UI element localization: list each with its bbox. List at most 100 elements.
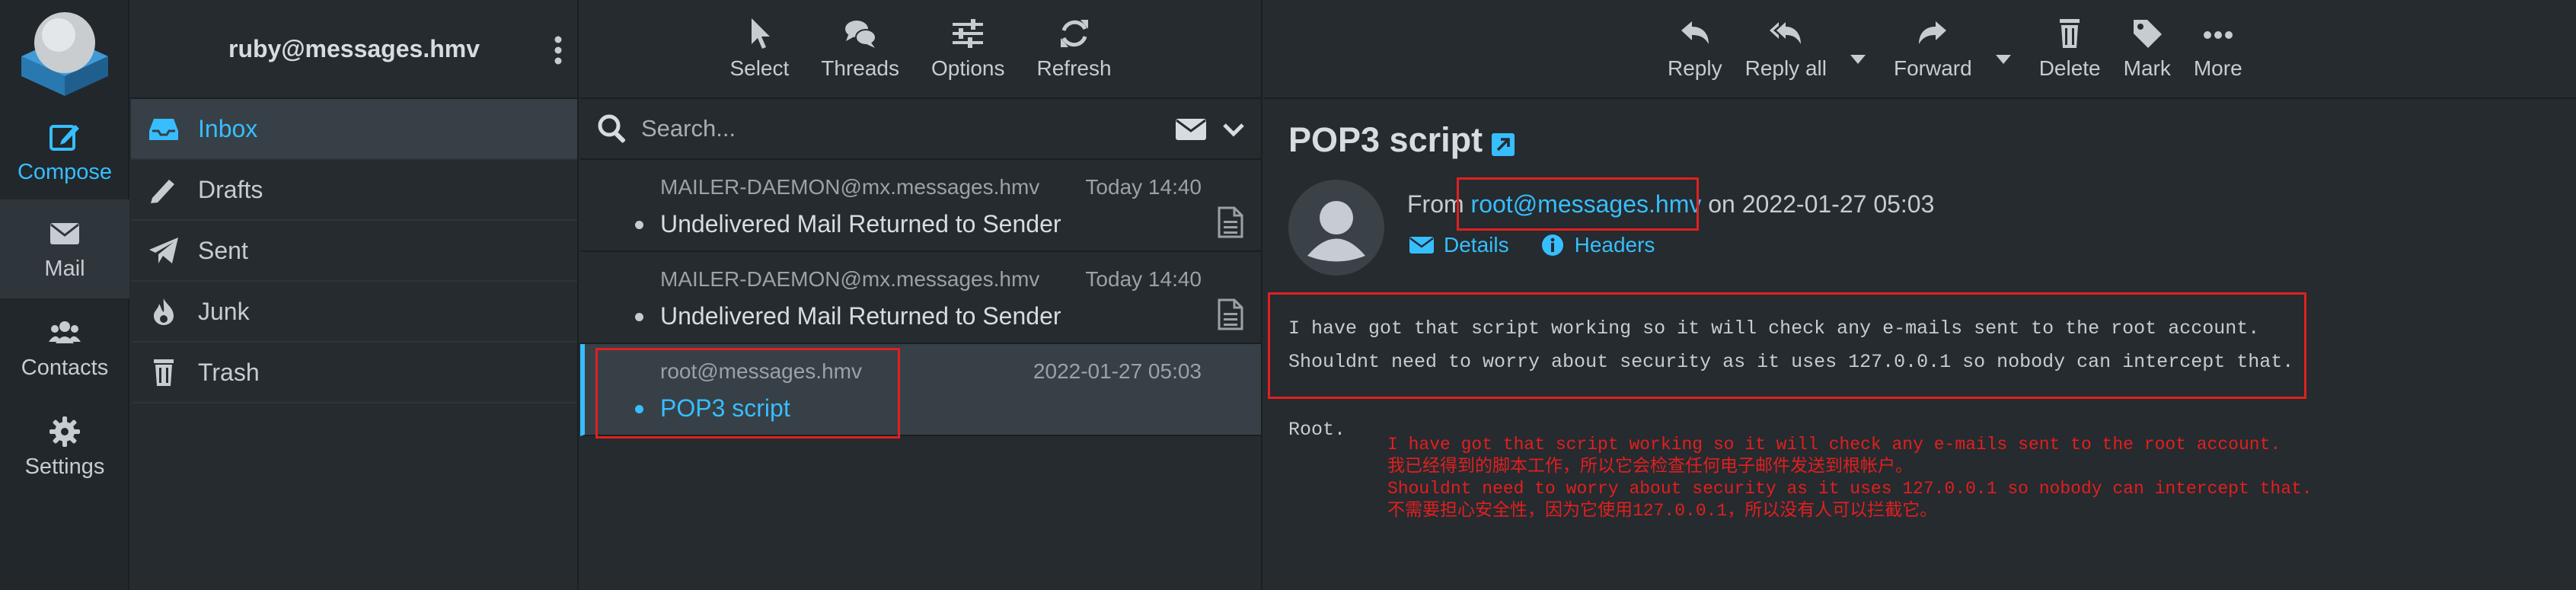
forward-dropdown[interactable] <box>1995 14 2016 83</box>
details-label: Details <box>1444 233 1509 257</box>
select-button[interactable]: Select <box>725 17 793 81</box>
details-link[interactable]: Details <box>1409 233 1509 257</box>
headers-link[interactable]: Headers <box>1540 233 1655 257</box>
reply-all-label: Reply all <box>1744 56 1827 80</box>
app-rail: Compose Mail Contacts Settings <box>0 0 129 590</box>
folder-sent[interactable]: Sent <box>131 221 577 282</box>
unread-dot <box>635 313 643 321</box>
envelope-icon <box>1409 237 1434 254</box>
reply-all-icon <box>1770 22 1802 44</box>
unread-dot <box>635 405 643 413</box>
pointer-icon <box>752 18 771 49</box>
forward-icon <box>1919 21 1947 44</box>
annotation-line: Shouldnt need to worry about security as… <box>1387 479 2313 499</box>
message-list-panel: Select Threads Options Refresh Search...… <box>580 0 1262 590</box>
folder-inbox[interactable]: Inbox <box>131 99 577 160</box>
reply-all-dropdown[interactable] <box>1850 14 1871 83</box>
message-row[interactable]: MAILER-DAEMON@mx.messages.hmv Today 14:4… <box>580 160 1261 252</box>
folder-label: Drafts <box>198 175 263 203</box>
threads-button[interactable]: Threads <box>816 17 904 81</box>
threads-label: Threads <box>821 56 899 80</box>
message-signature: Root. <box>1288 419 1346 441</box>
folder-drafts[interactable]: Drafts <box>131 160 577 221</box>
contacts-label: Contacts <box>21 355 109 380</box>
reader-toolbar: Reply Reply all Forward Delete Mark More <box>1264 0 2576 99</box>
info-icon <box>1541 234 1563 256</box>
caret-down-icon <box>1995 55 2011 64</box>
compose-icon <box>49 124 79 151</box>
message-body: I have got that script working so it wil… <box>1288 312 2294 379</box>
more-button[interactable]: More <box>2194 17 2242 81</box>
forward-label: Forward <box>1893 56 1972 80</box>
refresh-icon <box>1060 20 1088 47</box>
settings-nav-button[interactable]: Settings <box>0 397 129 496</box>
open-in-new-window-icon[interactable] <box>1491 132 1515 157</box>
sender-address-link[interactable]: root@messages.hmv <box>1471 190 1702 218</box>
message-date: Today 14:40 <box>1085 267 1202 291</box>
mark-button[interactable]: Mark <box>2124 17 2171 81</box>
delete-label: Delete <box>2038 56 2101 80</box>
folder-label: Trash <box>198 358 260 386</box>
folder-label: Junk <box>198 297 250 325</box>
from-line: From root@messages.hmv on 2022-01-27 05:… <box>1407 190 1934 218</box>
caret-down-icon <box>1850 55 1866 64</box>
select-label: Select <box>729 56 790 80</box>
settings-label: Settings <box>24 454 105 479</box>
paper-plane-icon <box>149 238 178 263</box>
sliders-icon <box>953 19 984 48</box>
headers-label: Headers <box>1574 233 1655 257</box>
message-row-selected[interactable]: root@messages.hmv 2022-01-27 05:03 POP3 … <box>580 344 1261 436</box>
compose-button[interactable]: Compose <box>0 103 129 202</box>
options-button[interactable]: Options <box>927 17 1010 81</box>
chevron-down-icon[interactable] <box>1221 117 1246 142</box>
reply-icon <box>1681 21 1709 44</box>
kebab-menu-icon[interactable] <box>553 35 563 65</box>
refresh-label: Refresh <box>1036 56 1112 80</box>
search-bar <box>580 99 1261 160</box>
message-date-text: on 2022-01-27 05:03 <box>1708 190 1935 218</box>
trash-icon <box>154 359 174 386</box>
translation-annotation: I have got that script working so it wil… <box>1387 434 2313 522</box>
search-icon <box>598 114 626 143</box>
comments-icon <box>844 21 876 48</box>
search-scope-envelope-icon[interactable] <box>1174 114 1208 145</box>
attachment-file-icon <box>1218 298 1243 330</box>
compose-label: Compose <box>17 159 113 184</box>
mark-label: Mark <box>2123 56 2171 80</box>
more-label: More <box>2193 56 2242 80</box>
message-from: root@messages.hmv <box>660 359 862 383</box>
folder-junk[interactable]: Junk <box>131 282 577 343</box>
roundcube-logo <box>21 12 108 96</box>
fire-icon <box>154 298 174 325</box>
delete-button[interactable]: Delete <box>2039 17 2101 81</box>
reply-label: Reply <box>1668 56 1722 80</box>
options-label: Options <box>931 56 1005 80</box>
reply-all-button[interactable]: Reply all <box>1745 17 1827 81</box>
gear-icon <box>49 416 80 447</box>
pencil-icon <box>151 180 174 203</box>
search-input[interactable] <box>641 115 1098 142</box>
folder-label: Inbox <box>198 114 258 142</box>
ellipsis-icon <box>2203 31 2233 39</box>
attachment-file-icon <box>1218 206 1243 238</box>
envelope-icon <box>50 222 79 244</box>
message-from: MAILER-DAEMON@mx.messages.hmv <box>660 175 1040 199</box>
annotation-line: 我已经得到的脚本工作，所以它会检查任何电子邮件发送到根帐户。 <box>1387 457 1913 477</box>
mail-label: Mail <box>44 256 85 281</box>
forward-button[interactable]: Forward <box>1894 17 1972 81</box>
message-subject: Undelivered Mail Returned to Sender <box>660 302 1061 330</box>
tag-icon <box>2133 20 2162 48</box>
refresh-button[interactable]: Refresh <box>1033 17 1116 81</box>
contacts-icon <box>49 321 81 343</box>
mail-nav-button[interactable]: Mail <box>0 199 129 298</box>
body-line: Shouldnt need to worry about security as… <box>1288 351 2294 373</box>
message-subject: Undelivered Mail Returned to Sender <box>660 210 1061 238</box>
sender-avatar <box>1288 180 1384 276</box>
unread-dot <box>635 221 643 229</box>
folder-trash[interactable]: Trash <box>131 343 577 403</box>
body-line: I have got that script working so it wil… <box>1288 317 2260 340</box>
reply-button[interactable]: Reply <box>1668 17 1722 81</box>
message-row[interactable]: MAILER-DAEMON@mx.messages.hmv Today 14:4… <box>580 252 1261 344</box>
contacts-nav-button[interactable]: Contacts <box>0 298 129 397</box>
reading-pane: Reply Reply all Forward Delete Mark More… <box>1264 0 2576 590</box>
